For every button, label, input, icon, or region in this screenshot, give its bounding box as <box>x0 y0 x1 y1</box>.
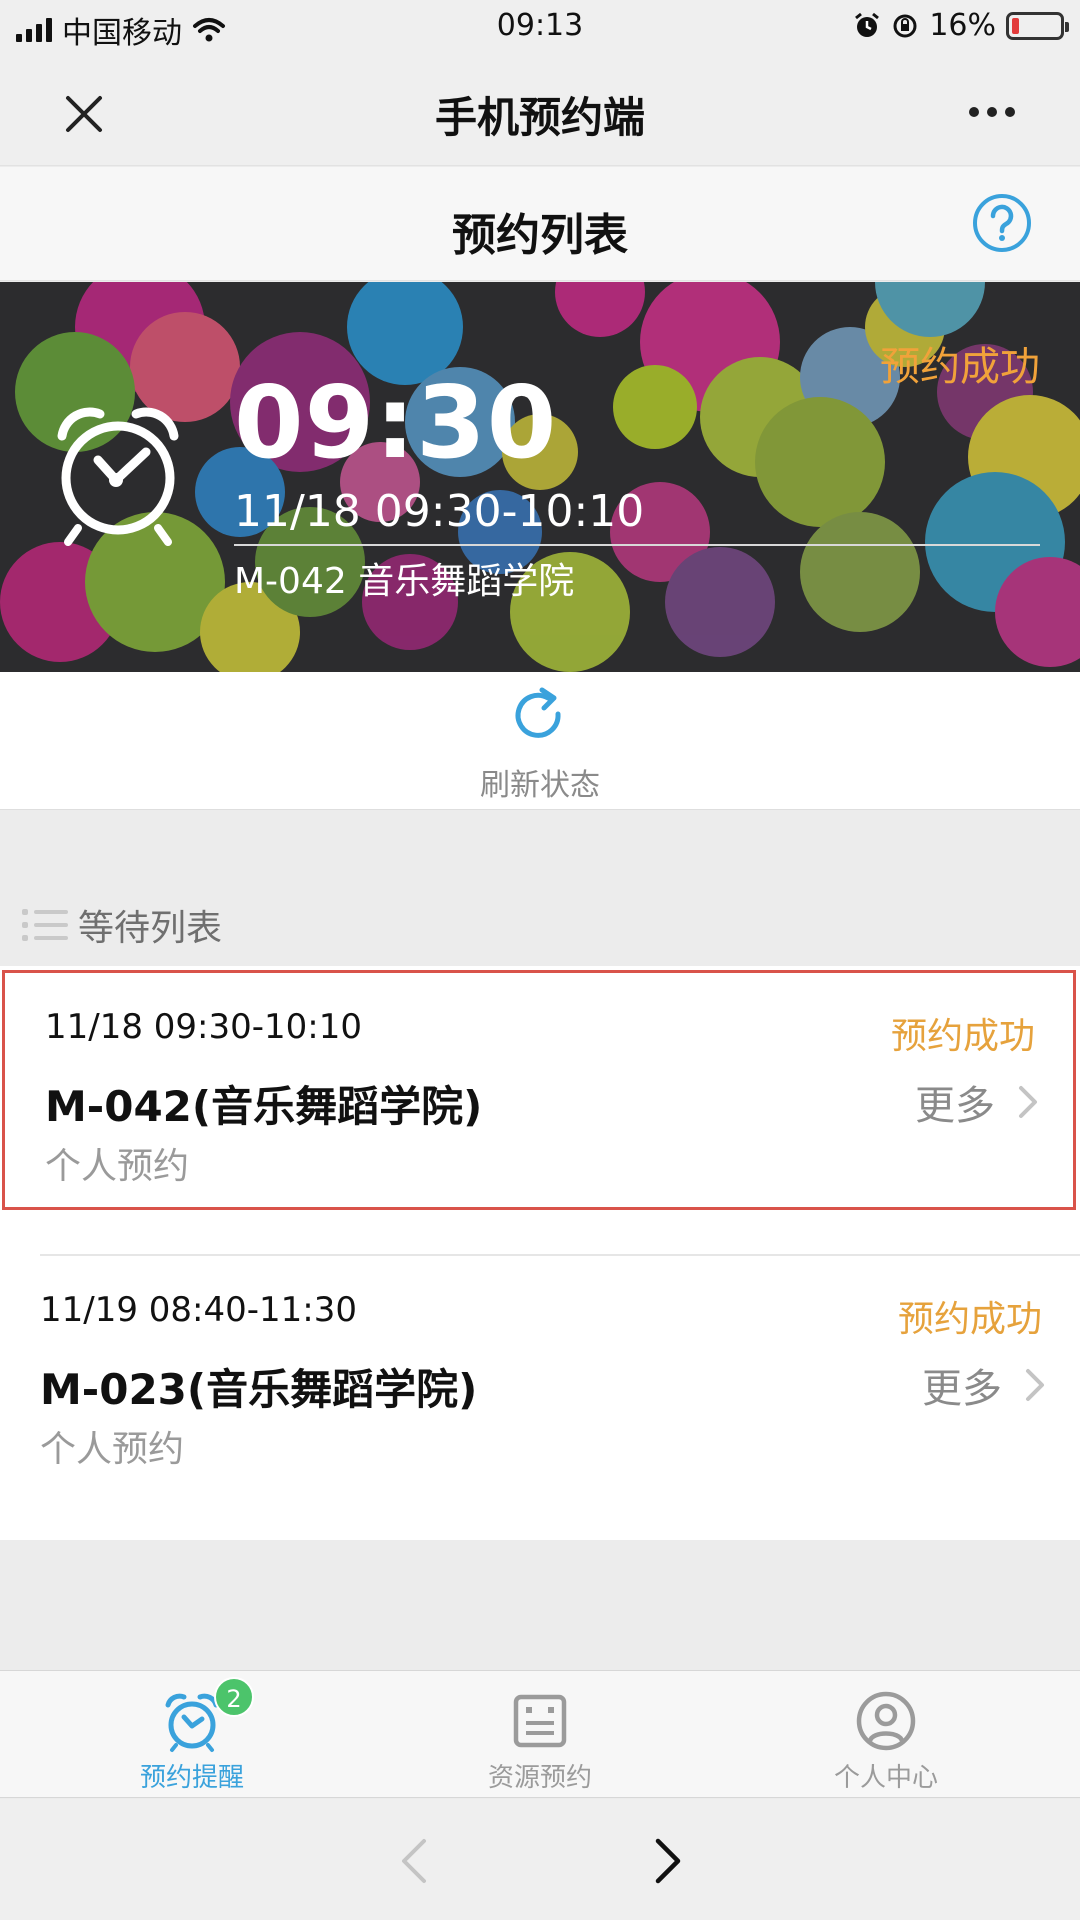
signal-icon <box>16 18 52 42</box>
status-bar: 中国移动 09:13 16% <box>0 0 1080 52</box>
page-header: 预约列表 <box>0 167 1080 281</box>
nav-title: 手机预约端 <box>434 93 645 142</box>
card-room: M-042(音乐舞蹈学院) <box>45 1082 483 1131</box>
waiting-list-header: 等待列表 <box>20 900 222 950</box>
card-status: 预约成功 <box>897 1299 1042 1340</box>
status-bar-left: 中国移动 <box>16 8 226 52</box>
tab-label: 资源预约 <box>487 1763 592 1793</box>
card-more-button[interactable]: 更多 <box>922 1356 1046 1414</box>
card-type: 个人预约 <box>45 1146 190 1187</box>
banner-room: M-042 音乐舞蹈学院 <box>234 561 575 602</box>
card-status: 预约成功 <box>890 1016 1035 1057</box>
card-more-label: 更多 <box>922 1366 1002 1412</box>
chevron-right-icon <box>1019 1086 1037 1118</box>
tab-bar: 2 预约提醒 资源预约 个人中心 <box>0 1670 1080 1798</box>
reservation-banner: 预约成功 09:30 11/18 09:30-10:10 M-042 音乐舞蹈学… <box>0 282 1080 672</box>
tab-label: 预约提醒 <box>139 1763 244 1793</box>
user-icon <box>856 1691 916 1751</box>
refresh-label: 刷新状态 <box>480 768 600 803</box>
tab-reminders[interactable]: 2 预约提醒 <box>12 1671 372 1799</box>
battery-percent: 16% <box>929 8 996 43</box>
list-icon <box>22 909 68 941</box>
refresh-status-button[interactable]: 刷新状态 <box>0 672 1080 810</box>
status-bar-right: 16% <box>853 8 1069 43</box>
banner-divider <box>234 544 1040 546</box>
card-type: 个人预约 <box>40 1429 185 1470</box>
section-title: 等待列表 <box>78 908 223 949</box>
banner-time: 09:30 <box>234 364 558 481</box>
card-more-label: 更多 <box>915 1083 995 1129</box>
reservation-list: 11/18 09:30-10:10 预约成功 M-042(音乐舞蹈学院) 个人预… <box>0 966 1080 1540</box>
card-time: 11/18 09:30-10:10 <box>45 1007 363 1047</box>
battery-icon <box>1006 11 1069 40</box>
page-title: 预约列表 <box>452 210 628 261</box>
tab-label: 个人中心 <box>833 1763 938 1793</box>
help-icon[interactable] <box>970 191 1034 255</box>
tab-resources[interactable]: 资源预约 <box>360 1671 720 1799</box>
rotation-lock-icon <box>893 14 917 37</box>
banner-status: 预约成功 <box>880 344 1040 390</box>
nav-bar: 手机预约端 <box>0 52 1080 166</box>
reservation-card[interactable]: 11/18 09:30-10:10 预约成功 M-042(音乐舞蹈学院) 个人预… <box>2 970 1076 1210</box>
battery-fill <box>1012 17 1020 34</box>
forward-arrow-icon[interactable] <box>648 1835 688 1887</box>
browser-nav <box>0 1799 1080 1920</box>
card-more-button[interactable]: 更多 <box>915 1073 1039 1131</box>
refresh-icon[interactable] <box>508 684 572 748</box>
resource-board-icon <box>513 1694 567 1748</box>
chevron-right-icon <box>1026 1369 1044 1401</box>
card-room: M-023(音乐舞蹈学院) <box>40 1365 478 1414</box>
banner-time-range: 11/18 09:30-10:10 <box>234 486 645 537</box>
back-arrow-icon[interactable] <box>394 1835 434 1887</box>
card-time: 11/19 08:40-11:30 <box>40 1290 358 1330</box>
more-icon[interactable] <box>952 92 1032 132</box>
notification-badge: 2 <box>214 1677 254 1717</box>
alarm-status-icon <box>855 12 880 37</box>
tab-personal-center[interactable]: 个人中心 <box>706 1671 1066 1799</box>
reservation-card[interactable]: 11/19 08:40-11:30 预约成功 M-023(音乐舞蹈学院) 个人预… <box>0 1256 1080 1496</box>
carrier-label: 中国移动 <box>62 16 182 51</box>
wifi-icon <box>193 18 225 42</box>
alarm-clock-icon <box>57 407 179 546</box>
